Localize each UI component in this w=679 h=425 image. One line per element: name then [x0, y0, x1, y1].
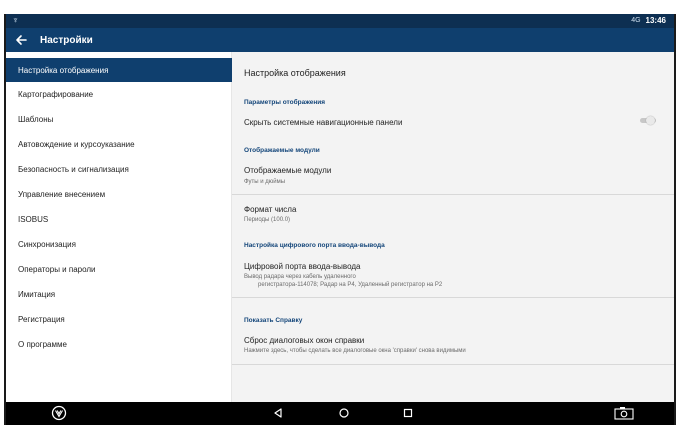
modules-value: Футы и дюймы: [244, 179, 286, 185]
modules-title[interactable]: Отображаемые модули: [244, 166, 331, 175]
camera-icon: [614, 407, 634, 420]
system-nav-bar: [6, 402, 674, 425]
page-title: Настройки: [40, 34, 93, 46]
signal-indicator: 4G: [631, 17, 641, 24]
section-header-display-params: Параметры отображения: [244, 99, 326, 106]
back-button[interactable]: [6, 28, 36, 52]
section-header-digital-port: Настройка цифрового порта ввода-вывода: [244, 242, 385, 249]
divider: [232, 364, 674, 365]
status-info: 4G 13:46: [631, 16, 666, 25]
sidebar-item-operators[interactable]: Операторы и пароли: [6, 257, 232, 281]
divider: [232, 297, 674, 298]
sidebar-item-autosteer[interactable]: Автовождение и курсоуказание: [6, 132, 232, 156]
detail-title: Настройка отображения: [244, 68, 346, 78]
sidebar-item-about[interactable]: О программе: [6, 332, 232, 356]
square-recents-icon: [403, 408, 413, 418]
digital-port-title[interactable]: Цифровой порта ввода-вывода: [244, 262, 360, 271]
sidebar-item-safety-alarms[interactable]: Безопасность и сигнализация: [6, 157, 232, 181]
reset-help-title[interactable]: Сброс диалоговых окон справки: [244, 336, 364, 345]
brand-logo-icon[interactable]: [51, 405, 67, 421]
nav-home-button[interactable]: [336, 405, 352, 421]
app-bar: Настройки: [6, 28, 674, 52]
circle-home-icon: [339, 408, 349, 418]
settings-content: Настройка отображения Картографирование …: [6, 52, 674, 402]
sidebar-item-templates[interactable]: Шаблоны: [6, 107, 232, 131]
digital-port-value-line1: Вывод радара через кабель удаленного: [244, 274, 356, 280]
arrow-left-icon: [16, 35, 27, 45]
settings-detail-panel: Настройка отображения Параметры отображе…: [232, 52, 674, 402]
reset-help-description: Нажмите здесь, чтобы сделать все диалого…: [244, 348, 466, 354]
sidebar-item-rate-control[interactable]: Управление внесением: [6, 182, 232, 206]
sidebar-item-isobus[interactable]: ISOBUS: [6, 207, 232, 231]
sidebar-item-mapping[interactable]: Картографирование: [6, 82, 232, 106]
number-format-title[interactable]: Формат числа: [244, 205, 296, 214]
clock: 13:46: [645, 16, 666, 25]
digital-port-value-line2: регистратора-114078; Радар на P4, Удален…: [258, 282, 443, 288]
sidebar-item-sync[interactable]: Синхронизация: [6, 232, 232, 256]
nav-recents-button[interactable]: [400, 405, 416, 421]
section-header-modules: Отображаемые модули: [244, 147, 320, 154]
sidebar-item-simulation[interactable]: Имитация: [6, 282, 232, 306]
status-bar: ♆ 4G 13:46: [6, 14, 674, 28]
sidebar-item-logging[interactable]: Регистрация: [6, 307, 232, 331]
usb-icon: ♆: [12, 15, 19, 25]
divider: [232, 194, 674, 195]
section-header-help: Показать Справку: [244, 317, 303, 324]
toggle-thumb: [646, 116, 655, 125]
logo-icon: [51, 405, 67, 421]
screenshot-button[interactable]: [614, 405, 634, 421]
triangle-back-icon: [274, 408, 282, 418]
nav-back-button[interactable]: [270, 405, 286, 421]
hide-nav-label[interactable]: Скрыть системные навигационные панели: [244, 118, 402, 127]
settings-sidebar: Настройка отображения Картографирование …: [6, 52, 232, 402]
sidebar-item-display-settings[interactable]: Настройка отображения: [6, 58, 232, 82]
screen: ♆ 4G 13:46 Настройки Настройка отображен…: [0, 0, 679, 425]
hide-nav-toggle[interactable]: [640, 116, 656, 125]
number-format-value: Периоды (100.0): [244, 217, 291, 223]
